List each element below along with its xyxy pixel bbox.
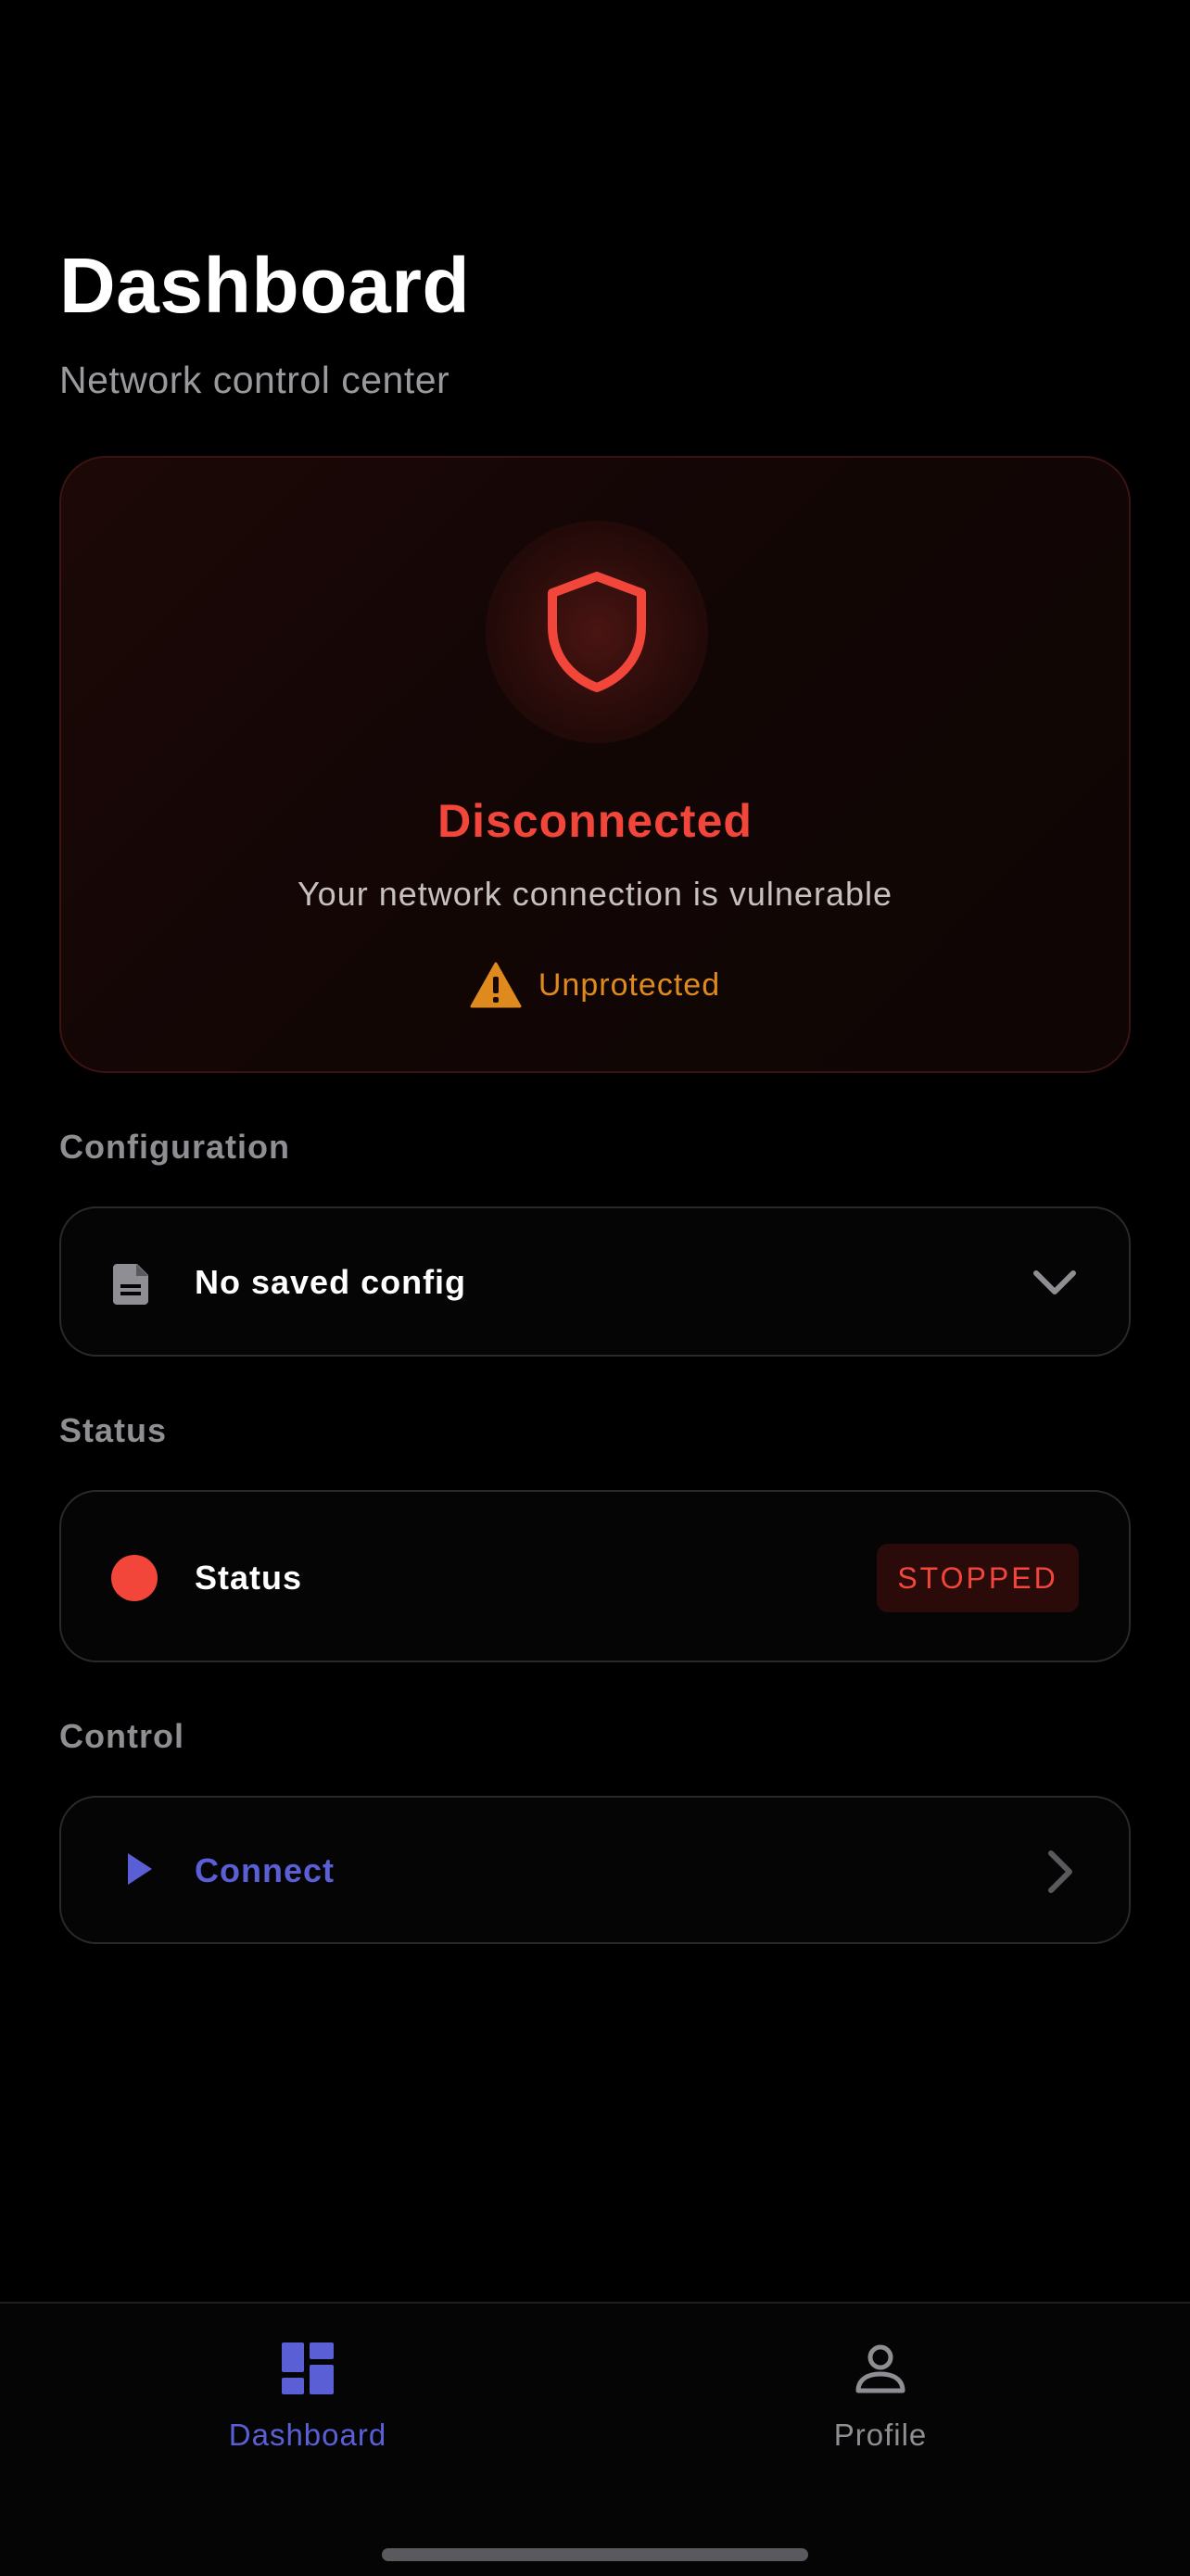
- config-value: No saved config: [195, 1263, 467, 1301]
- connection-message: Your network connection is vulnerable: [297, 875, 893, 913]
- protection-badge-text: Unprotected: [538, 967, 721, 1003]
- play-icon: [128, 1853, 152, 1885]
- status-label: Status: [195, 1559, 303, 1597]
- section-title-control: Control: [59, 1717, 184, 1755]
- warning-icon: [470, 962, 522, 1008]
- page-subtitle: Network control center: [59, 359, 450, 401]
- dashboard-icon: [282, 2342, 334, 2394]
- status-row: Status STOPPED: [59, 1490, 1131, 1662]
- connect-label: Connect: [195, 1851, 335, 1889]
- page-title: Dashboard: [59, 242, 471, 329]
- section-title-status: Status: [59, 1411, 168, 1449]
- tab-profile[interactable]: Profile: [695, 2341, 1066, 2470]
- protection-badge: Unprotected: [61, 962, 1129, 1008]
- status-indicator-dot: [111, 1555, 158, 1601]
- section-title-configuration: Configuration: [59, 1128, 290, 1166]
- tab-bar: Dashboard Profile: [0, 2302, 1190, 2576]
- home-indicator[interactable]: [382, 2548, 808, 2561]
- tab-dashboard-label: Dashboard: [228, 2418, 387, 2452]
- shield-icon: [548, 572, 646, 692]
- tab-dashboard[interactable]: Dashboard: [122, 2341, 493, 2470]
- chevron-down-icon: [1033, 1270, 1076, 1294]
- connect-button[interactable]: Connect: [59, 1796, 1131, 1944]
- tab-profile-label: Profile: [833, 2418, 928, 2452]
- config-selector[interactable]: No saved config: [59, 1206, 1131, 1357]
- chevron-right-icon: [1048, 1850, 1072, 1893]
- document-icon: [113, 1264, 148, 1305]
- person-icon: [855, 2344, 905, 2393]
- connection-status-card: Disconnected Your network connection is …: [59, 456, 1131, 1073]
- connection-state: Disconnected: [437, 795, 753, 847]
- shield-halo: [486, 521, 708, 743]
- status-badge: STOPPED: [877, 1544, 1079, 1612]
